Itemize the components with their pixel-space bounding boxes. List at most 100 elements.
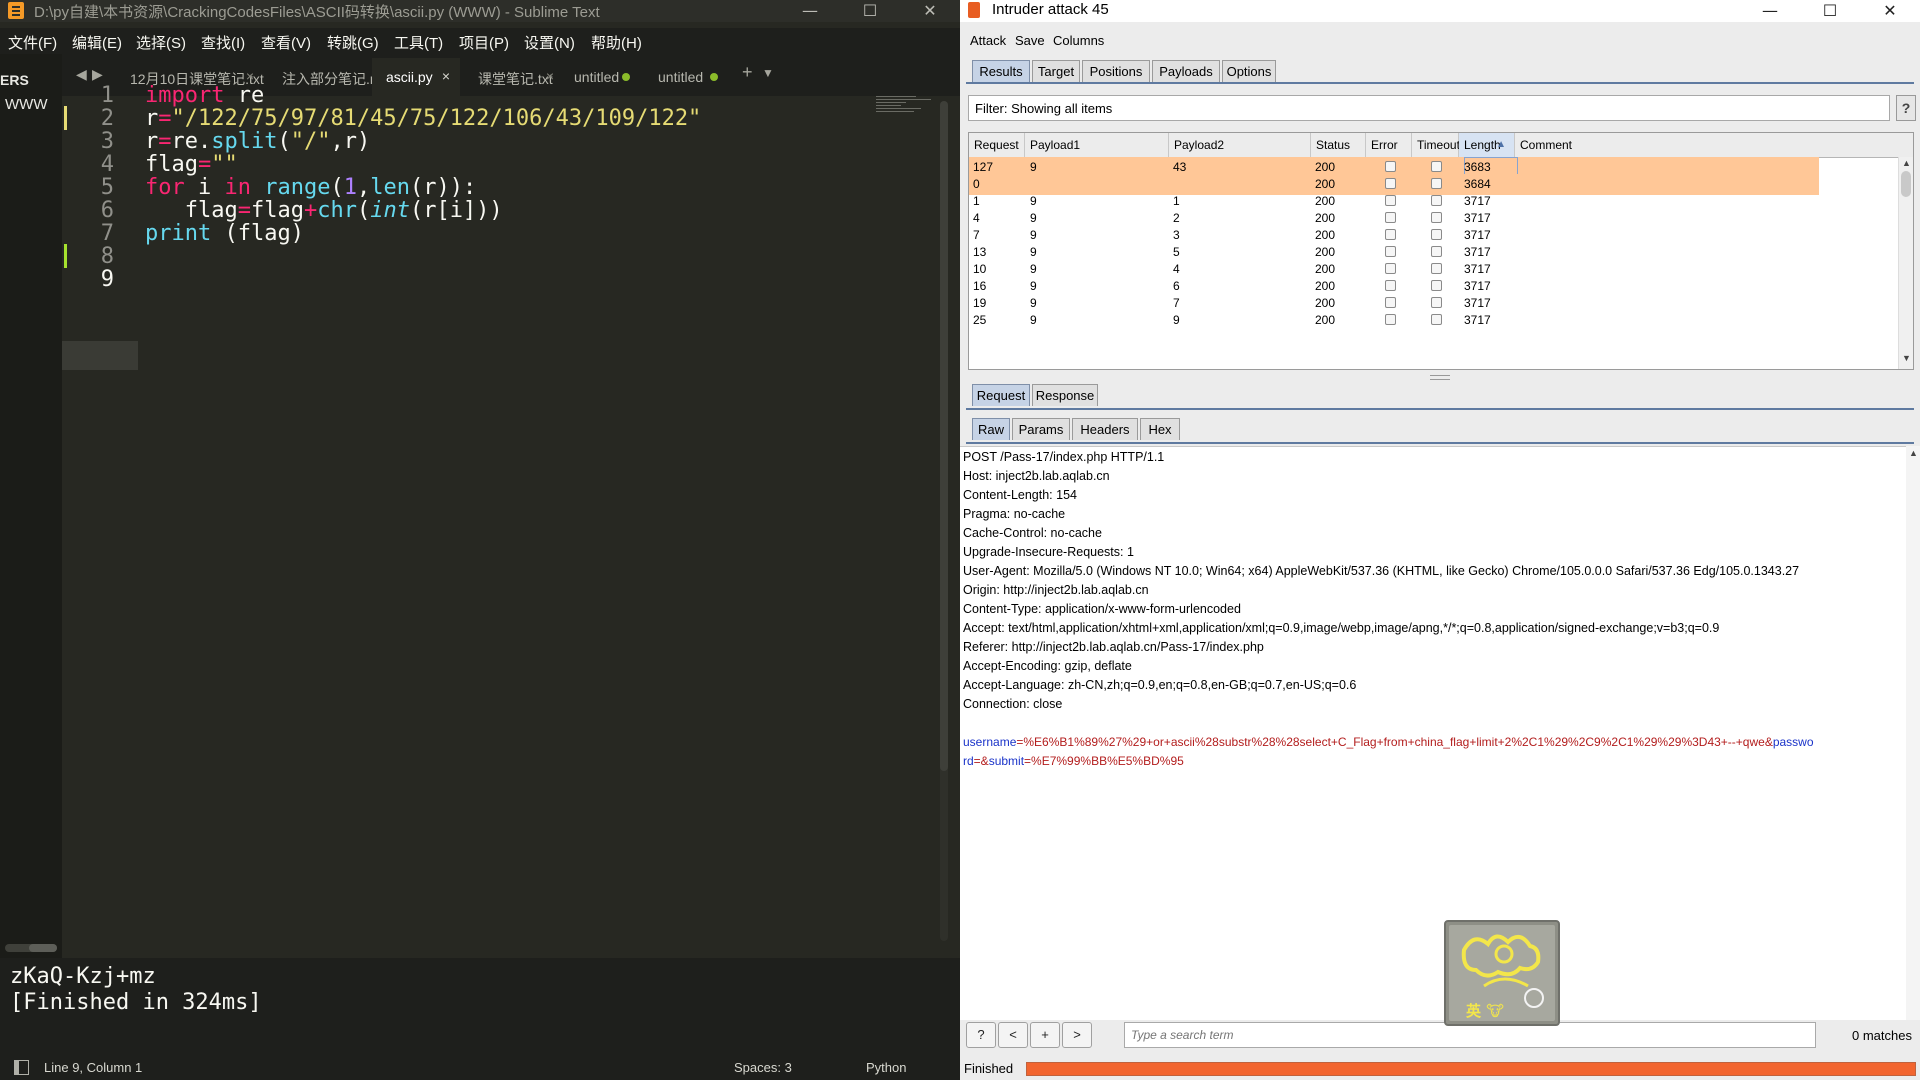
indentation-setting[interactable]: Spaces: 3: [734, 1060, 792, 1075]
tab-close-icon[interactable]: ×: [546, 68, 554, 84]
column-header-payload2[interactable]: Payload2: [1169, 133, 1311, 157]
timeout-checkbox[interactable]: [1431, 246, 1442, 257]
menu-edit[interactable]: 编辑(E): [72, 32, 122, 53]
code-line-3: r=re.split("/",r): [145, 129, 371, 154]
column-header-timeout[interactable]: Timeout: [1412, 133, 1460, 157]
error-checkbox[interactable]: [1385, 229, 1396, 240]
tab-payloads[interactable]: Payloads: [1152, 60, 1220, 82]
timeout-checkbox[interactable]: [1431, 212, 1442, 223]
minimize-icon[interactable]: —: [1740, 0, 1800, 22]
raw-editor-scrollbar[interactable]: ▲: [1906, 446, 1920, 1020]
tab-hex[interactable]: Hex: [1140, 418, 1180, 440]
maximize-icon[interactable]: ☐: [840, 0, 900, 22]
timeout-checkbox[interactable]: [1431, 178, 1442, 189]
header-line: Referer: http://inject2b.lab.aqlab.cn/Pa…: [963, 640, 1264, 654]
code-line-2: r="/122/75/97/81/45/75/122/106/43/109/12…: [145, 106, 702, 131]
menu-help[interactable]: 帮助(H): [591, 32, 642, 53]
tab-class-notes[interactable]: 课堂笔记.txt ×: [464, 58, 564, 96]
results-table[interactable]: Request Payload1 Payload2 Status Error T…: [968, 132, 1914, 370]
tab-request[interactable]: Request: [972, 384, 1030, 406]
tab-menu-icon[interactable]: ▼: [762, 66, 774, 80]
column-header-request[interactable]: Request: [969, 133, 1025, 157]
scroll-down-icon[interactable]: ▼: [1902, 353, 1911, 363]
new-tab-icon[interactable]: +: [742, 62, 753, 83]
column-header-payload1[interactable]: Payload1: [1025, 133, 1169, 157]
error-checkbox[interactable]: [1385, 263, 1396, 274]
table-row[interactable]: 25 9 9 200 3717: [969, 310, 1819, 331]
tab-response[interactable]: Response: [1032, 384, 1098, 406]
tab-prev-icon[interactable]: ◀: [76, 66, 87, 83]
pane-splitter[interactable]: [1430, 375, 1450, 380]
menu-selection[interactable]: 选择(S): [136, 32, 186, 53]
syntax-selector[interactable]: Python: [866, 1060, 906, 1075]
results-scrollbar[interactable]: ▲ ▼: [1898, 157, 1913, 369]
timeout-checkbox[interactable]: [1431, 195, 1442, 206]
sidebar-scrollbar[interactable]: [5, 944, 57, 952]
timeout-checkbox[interactable]: [1431, 314, 1442, 325]
menu-project[interactable]: 项目(P): [459, 32, 509, 53]
menu-columns[interactable]: Columns: [1053, 33, 1104, 48]
menu-find[interactable]: 查找(I): [201, 32, 245, 53]
error-checkbox[interactable]: [1385, 280, 1396, 291]
scroll-up-icon[interactable]: ▲: [1902, 158, 1911, 168]
code-line-4: flag="": [145, 152, 238, 177]
tab-target[interactable]: Target: [1032, 60, 1080, 82]
tab-options[interactable]: Options: [1222, 60, 1276, 82]
tab-headers[interactable]: Headers: [1072, 418, 1138, 440]
raw-request-editor[interactable]: POST /Pass-17/index.php HTTP/1.1 Host: i…: [960, 446, 1912, 1021]
menu-attack[interactable]: Attack: [970, 33, 1006, 48]
tab-untitled-1[interactable]: untitled: [560, 58, 642, 96]
menu-goto[interactable]: 转跳(G): [327, 32, 379, 53]
timeout-checkbox[interactable]: [1431, 280, 1442, 291]
editor-scrollbar[interactable]: [940, 101, 948, 941]
column-header-status[interactable]: Status: [1311, 133, 1366, 157]
tab-ascii-py[interactable]: ascii.py ×: [372, 58, 460, 96]
tab-close-icon[interactable]: ×: [246, 68, 254, 84]
timeout-checkbox[interactable]: [1431, 161, 1442, 172]
scroll-thumb[interactable]: [1901, 171, 1911, 197]
error-checkbox[interactable]: [1385, 178, 1396, 189]
tab-raw[interactable]: Raw: [972, 418, 1010, 440]
column-header-error[interactable]: Error: [1366, 133, 1412, 157]
menu-save[interactable]: Save: [1015, 33, 1045, 48]
menu-view[interactable]: 查看(V): [261, 32, 311, 53]
menu-file[interactable]: 文件(F): [8, 32, 57, 53]
panel-toggle-icon[interactable]: [14, 1060, 29, 1075]
error-checkbox[interactable]: [1385, 212, 1396, 223]
code-line-7: print (flag): [145, 221, 304, 246]
search-prev-button[interactable]: <: [998, 1022, 1028, 1048]
close-icon[interactable]: ✕: [1860, 0, 1920, 22]
tab-results[interactable]: Results: [972, 60, 1030, 82]
error-checkbox[interactable]: [1385, 246, 1396, 257]
search-help-button[interactable]: ?: [966, 1022, 996, 1048]
search-add-button[interactable]: +: [1030, 1022, 1060, 1048]
timeout-checkbox[interactable]: [1431, 229, 1442, 240]
tab-positions[interactable]: Positions: [1082, 60, 1150, 82]
timeout-checkbox[interactable]: [1431, 263, 1442, 274]
tab-untitled-2[interactable]: untitled: [644, 58, 730, 96]
minimize-icon[interactable]: —: [780, 0, 840, 22]
menu-tools[interactable]: 工具(T): [394, 32, 443, 53]
scroll-up-icon[interactable]: ▲: [1909, 448, 1918, 458]
close-icon[interactable]: ✕: [900, 0, 960, 22]
tab-close-icon[interactable]: ×: [442, 68, 450, 84]
help-button[interactable]: ?: [1896, 95, 1916, 121]
tab-params[interactable]: Params: [1012, 418, 1070, 440]
search-next-button[interactable]: >: [1062, 1022, 1092, 1048]
menu-preferences[interactable]: 设置(N): [524, 32, 575, 53]
column-header-comment[interactable]: Comment: [1515, 133, 1655, 157]
column-header-length[interactable]: Length ▲: [1459, 133, 1515, 157]
error-checkbox[interactable]: [1385, 195, 1396, 206]
tab-next-icon[interactable]: ▶: [92, 66, 103, 83]
detail-tabs: Request Response: [960, 384, 1920, 410]
error-checkbox[interactable]: [1385, 161, 1396, 172]
results-filter-bar[interactable]: Filter: Showing all items: [968, 95, 1890, 121]
error-checkbox[interactable]: [1385, 314, 1396, 325]
timeout-checkbox[interactable]: [1431, 297, 1442, 308]
error-checkbox[interactable]: [1385, 297, 1396, 308]
watermark-text: 英 🐮: [1466, 1002, 1504, 1020]
sidebar-folder-www[interactable]: WWW: [5, 96, 47, 113]
code-editor[interactable]: 1 2 3 4 5 6 7 8 9 import re r="/122/75/9…: [62, 83, 950, 956]
minimap[interactable]: [876, 96, 936, 118]
maximize-icon[interactable]: ☐: [1800, 0, 1860, 22]
